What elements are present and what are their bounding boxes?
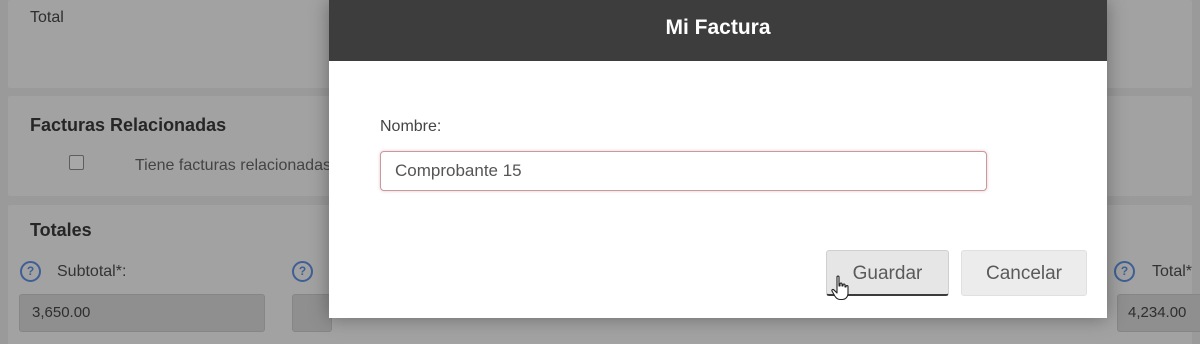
tax-field[interactable] [292,294,332,332]
total-amount-label: Total* [1152,263,1193,280]
help-icon[interactable]: ? [1114,261,1135,282]
dialog-body: Nombre: Guardar Cancelar [329,61,1107,318]
help-icon[interactable]: ? [292,261,313,282]
total-amount-field[interactable]: 4,234.00 [1117,294,1200,332]
related-invoices-checkbox-label: Tiene facturas relacionadas [135,157,331,174]
page: Total Facturas Relacionadas Tiene factur… [0,0,1200,344]
name-input[interactable] [380,151,987,191]
total-label: Total [30,9,64,26]
name-label: Nombre: [380,118,442,135]
related-invoices-heading: Facturas Relacionadas [30,115,227,135]
related-invoices-checkbox[interactable] [69,155,84,170]
help-icon[interactable]: ? [20,261,41,282]
dialog-title: Mi Factura [329,0,1107,61]
hand-pointer-icon [831,275,849,301]
cancel-button[interactable]: Cancelar [961,250,1087,296]
subtotal-field[interactable]: 3,650.00 [19,294,265,332]
totals-heading: Totales [30,220,92,240]
subtotal-label: Subtotal*: [57,263,127,280]
invoice-name-dialog: Mi Factura Nombre: Guardar Cancelar [329,0,1107,318]
